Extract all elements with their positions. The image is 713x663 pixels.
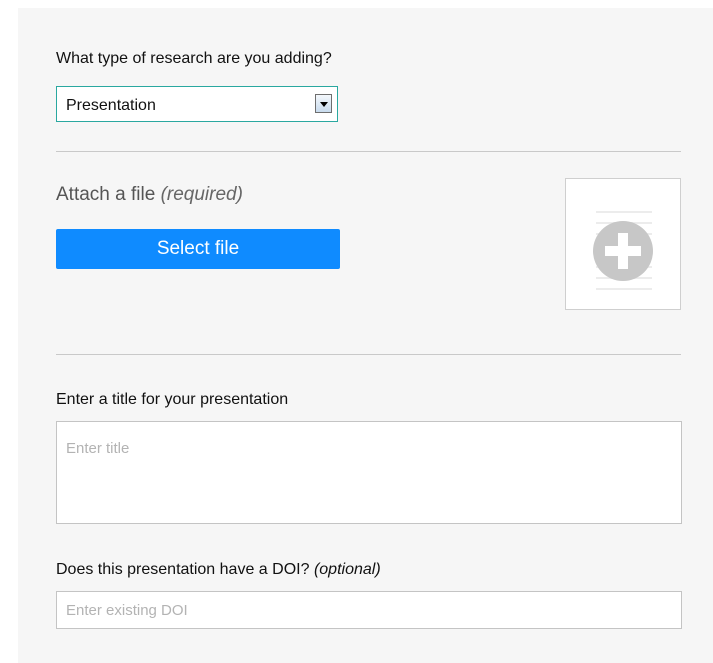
- title-placeholder: Enter title: [66, 440, 130, 457]
- research-type-question: What type of research are you adding?: [56, 50, 332, 67]
- select-file-button[interactable]: Select file: [56, 229, 340, 269]
- add-file-icon: [593, 221, 653, 281]
- research-type-value: Presentation: [66, 97, 156, 114]
- doi-placeholder: Enter existing DOI: [66, 602, 188, 619]
- doi-question: Does this presentation have a DOI?: [56, 561, 310, 578]
- required-note: (required): [160, 184, 243, 205]
- title-input[interactable]: Enter title: [56, 421, 682, 524]
- divider: [56, 151, 681, 152]
- doi-input[interactable]: Enter existing DOI: [56, 591, 682, 629]
- research-type-select[interactable]: Presentation: [56, 86, 338, 122]
- file-thumbnail[interactable]: [565, 178, 681, 310]
- optional-note: (optional): [313, 561, 381, 578]
- divider: [56, 354, 681, 355]
- chevron-down-icon[interactable]: [315, 94, 332, 113]
- attach-file-text: Attach a file: [56, 184, 156, 205]
- doi-field-label: Does this presentation have a DOI? (opti…: [56, 561, 381, 579]
- title-field-label: Enter a title for your presentation: [56, 391, 289, 408]
- attach-file-label: Attach a file (required): [56, 184, 243, 206]
